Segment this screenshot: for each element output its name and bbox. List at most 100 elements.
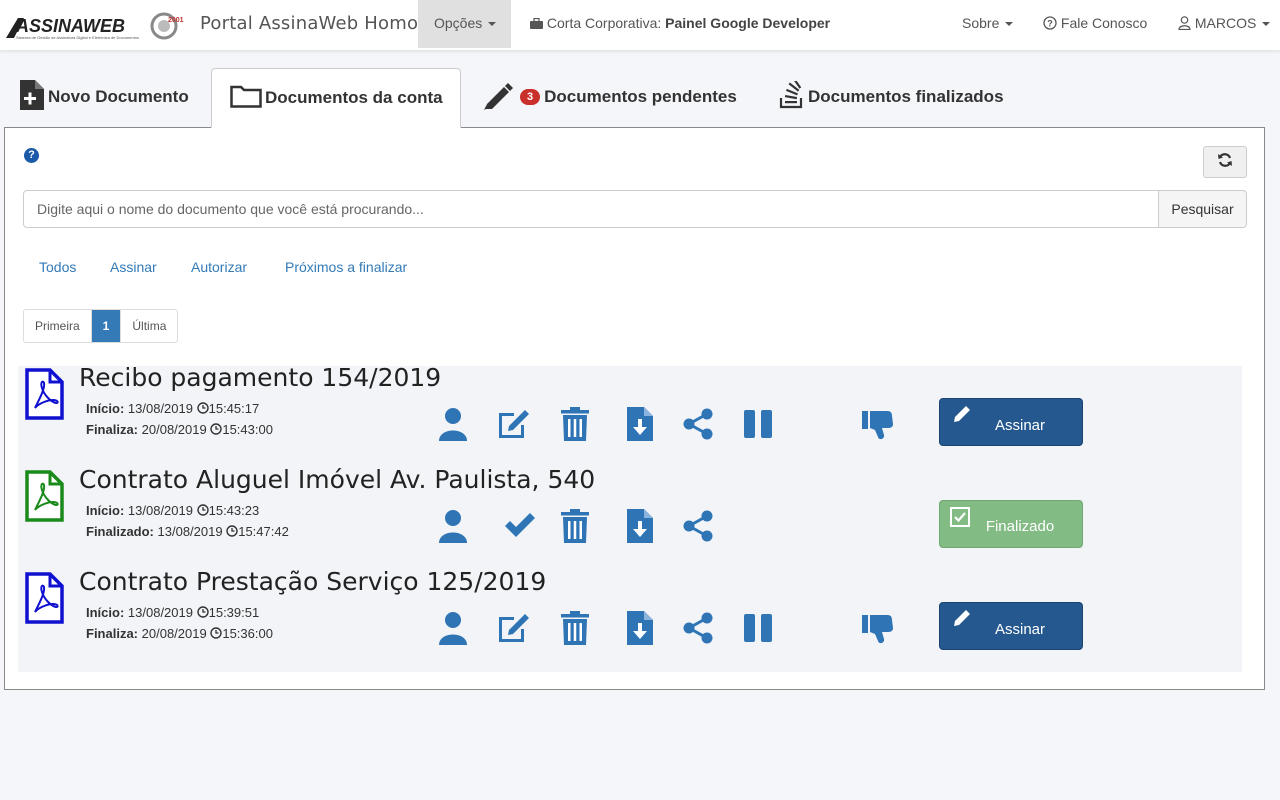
edit-icon[interactable] xyxy=(496,406,532,442)
check-icon xyxy=(502,508,538,544)
assinar-button[interactable]: Assinar xyxy=(939,398,1083,446)
document-start: Início: 13/08/2019 15:43:23 xyxy=(86,503,259,518)
pause-icon[interactable] xyxy=(740,610,776,646)
signers-icon[interactable] xyxy=(435,406,471,442)
assinar-label: Assinar xyxy=(994,620,1046,638)
conta-value: Painel Google Developer xyxy=(665,15,831,31)
checkbox-checked-icon xyxy=(950,507,970,531)
tab-documentos-conta[interactable]: Documentos da conta xyxy=(211,68,461,128)
reject-icon[interactable] xyxy=(860,406,896,442)
pdf-file-icon xyxy=(23,570,65,631)
user-dropdown[interactable]: MARCOS xyxy=(1178,15,1271,31)
page-last[interactable]: Última xyxy=(121,310,177,342)
pesquisar-button[interactable]: Pesquisar xyxy=(1158,190,1247,228)
document-title[interactable]: Contrato Aluguel Imóvel Av. Paulista, 54… xyxy=(79,465,595,494)
stack-overflow-icon xyxy=(779,77,805,114)
user-icon xyxy=(1178,15,1191,31)
start-time: 15:43:23 xyxy=(208,503,260,518)
fale-label: Fale Conosco xyxy=(1060,15,1148,31)
svg-text:?: ? xyxy=(1047,19,1053,29)
caret-down-icon xyxy=(488,22,497,27)
start-time: 15:39:51 xyxy=(208,605,260,620)
tab-label: Documentos da conta xyxy=(265,88,443,107)
page-first[interactable]: Primeira xyxy=(24,310,92,342)
download-icon[interactable] xyxy=(622,406,658,442)
end-label: Finaliza: xyxy=(86,626,139,641)
pause-icon[interactable] xyxy=(740,406,776,442)
page-current[interactable]: 1 xyxy=(91,310,122,342)
help-icon[interactable]: ? xyxy=(24,148,39,163)
pagination: Primeira 1 Última xyxy=(23,309,179,343)
opcoes-label: Opções xyxy=(434,15,483,31)
document-row[interactable]: Contrato Aluguel Imóvel Av. Paulista, 54… xyxy=(18,465,1242,570)
document-start: Início: 13/08/2019 15:45:17 xyxy=(86,401,259,416)
signers-icon[interactable] xyxy=(435,610,471,646)
trash-icon[interactable] xyxy=(557,508,593,544)
document-end: Finaliza: 20/08/2019 15:43:00 xyxy=(86,422,273,437)
user-name: MARCOS xyxy=(1194,15,1257,31)
document-title[interactable]: Recibo pagamento 154/2019 xyxy=(79,363,441,392)
caret-down-icon xyxy=(1262,22,1271,27)
document-end: Finalizado: 13/08/2019 15:47:42 xyxy=(86,524,289,539)
opcoes-dropdown[interactable]: Opções xyxy=(418,0,511,48)
tab-documentos-finalizados[interactable]: Documentos finalizados xyxy=(779,68,1004,126)
filter-autorizar[interactable]: Autorizar xyxy=(191,259,247,275)
pdf-file-icon xyxy=(23,468,65,529)
end-date: 20/08/2019 xyxy=(141,626,207,641)
clock-icon xyxy=(210,422,223,437)
question-circle-icon: ? xyxy=(1043,15,1057,31)
signers-icon[interactable] xyxy=(435,508,471,544)
share-icon[interactable] xyxy=(680,406,716,442)
clock-icon xyxy=(226,524,238,539)
conta-label: Corta Corporativa: xyxy=(546,15,662,31)
reject-icon[interactable] xyxy=(860,610,896,646)
assinaweb-logo[interactable]: ASSINAWEB Sistema de Gestão de Assinatur… xyxy=(4,8,186,44)
document-start: Início: 13/08/2019 15:39:51 xyxy=(86,605,259,620)
start-date: 13/08/2019 xyxy=(127,401,193,416)
share-icon[interactable] xyxy=(680,508,716,544)
start-date: 13/08/2019 xyxy=(127,605,193,620)
share-icon[interactable] xyxy=(680,610,716,646)
sobre-dropdown[interactable]: Sobre xyxy=(962,15,1014,31)
filter-proximos[interactable]: Próximos a finalizar xyxy=(285,259,407,275)
fale-conosco-link[interactable]: ? Fale Conosco xyxy=(1043,15,1147,31)
start-time: 15:45:17 xyxy=(208,401,260,416)
tab-novo-documento[interactable]: Novo Documento xyxy=(20,68,189,126)
trash-icon[interactable] xyxy=(557,610,593,646)
pencil-icon xyxy=(482,80,514,115)
file-plus-icon xyxy=(20,79,44,115)
document-row[interactable]: Contrato Prestação Serviço 125/2019 Iníc… xyxy=(18,567,1242,672)
brand-title[interactable]: Portal AssinaWeb Homol xyxy=(200,13,423,34)
end-time: 15:43:00 xyxy=(222,422,273,437)
search-input[interactable] xyxy=(23,190,1159,228)
end-time: 15:36:00 xyxy=(222,626,273,641)
filter-assinar[interactable]: Assinar xyxy=(110,259,157,275)
document-title[interactable]: Contrato Prestação Serviço 125/2019 xyxy=(79,567,546,596)
briefcase-icon xyxy=(530,15,543,31)
tab-documentos-pendentes[interactable]: 3 Documentos pendentes xyxy=(482,68,737,126)
download-icon[interactable] xyxy=(622,508,658,544)
refresh-button[interactable] xyxy=(1203,146,1247,178)
end-date: 13/08/2019 xyxy=(157,524,223,539)
clock-icon xyxy=(196,401,209,416)
folder-icon xyxy=(230,84,262,113)
start-label: Início: xyxy=(86,503,125,518)
clock-icon xyxy=(196,605,209,620)
finalizado-button[interactable]: Finalizado xyxy=(939,500,1083,548)
svg-text:2001: 2001 xyxy=(168,17,184,24)
trash-icon[interactable] xyxy=(557,406,593,442)
tab-label: Documentos pendentes xyxy=(544,87,737,106)
document-row[interactable]: Recibo pagamento 154/2019 Início: 13/08/… xyxy=(18,363,1242,468)
clock-icon xyxy=(210,626,223,641)
filter-todos[interactable]: Todos xyxy=(39,259,76,275)
tab-label: Documentos finalizados xyxy=(808,87,1004,106)
assinar-button[interactable]: Assinar xyxy=(939,602,1083,650)
finalizado-label: Finalizado xyxy=(985,517,1055,535)
pencil-icon xyxy=(952,404,972,428)
sobre-label: Sobre xyxy=(962,15,1000,31)
svg-text:Sistema de Gestão de Assinatur: Sistema de Gestão de Assinatura Digital … xyxy=(16,35,139,40)
start-label: Início: xyxy=(86,401,125,416)
edit-icon[interactable] xyxy=(496,610,532,646)
download-icon[interactable] xyxy=(622,610,658,646)
conta-corporativa[interactable]: Corta Corporativa: Painel Google Develop… xyxy=(530,15,830,31)
